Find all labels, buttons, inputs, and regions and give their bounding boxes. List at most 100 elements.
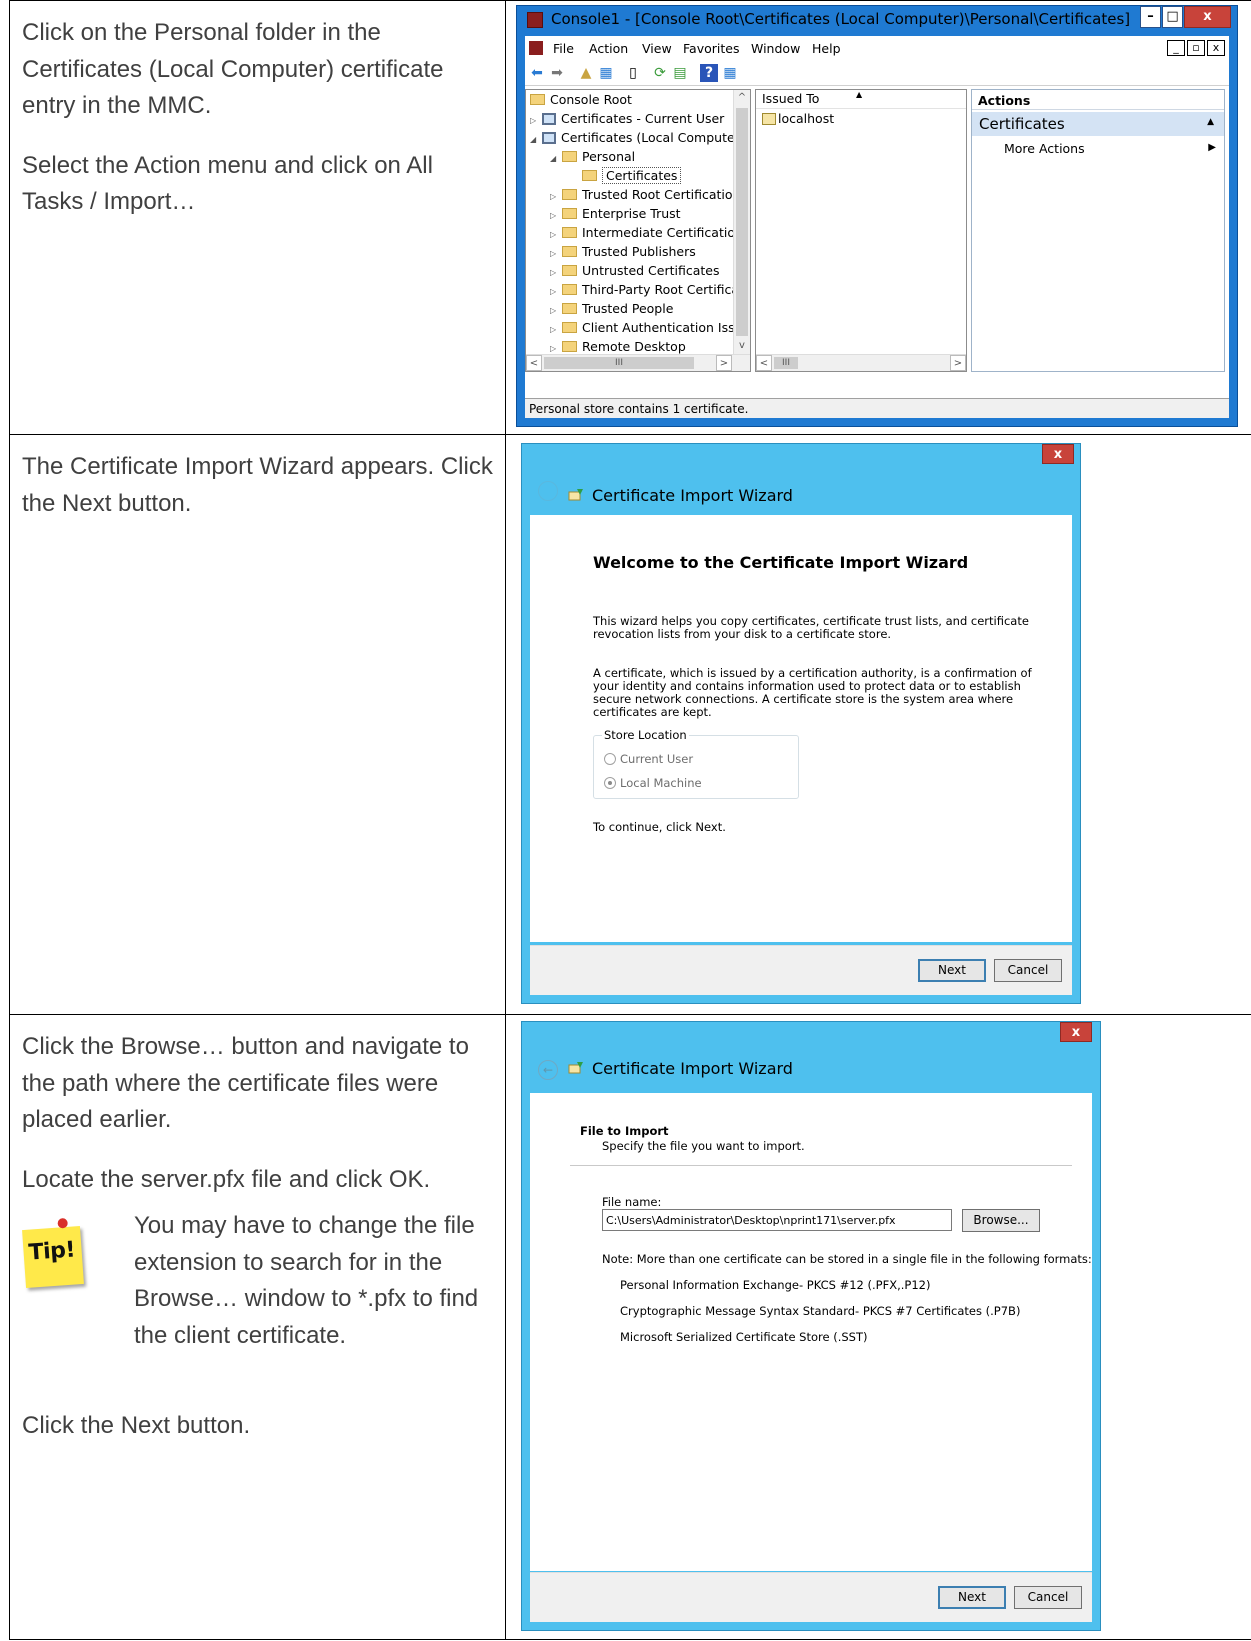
help-icon[interactable]: ? [700, 64, 718, 82]
action-more-actions[interactable]: More Actions ▶ [972, 140, 1224, 160]
forward-arrow-icon[interactable]: ➡ [548, 64, 566, 82]
minimize-button[interactable]: – [1140, 6, 1161, 28]
refresh-icon[interactable]: ⟳ [651, 64, 669, 82]
file-name-input[interactable] [602, 1209, 952, 1231]
tree-item-intermediate[interactable]: ▷ Intermediate Certification [550, 223, 743, 242]
scroll-thumb[interactable]: III [774, 357, 798, 369]
submenu-arrow-icon: ▶ [1208, 142, 1216, 153]
wizard-heading: Welcome to the Certificate Import Wizard [593, 553, 969, 572]
mmc-titlebar[interactable]: Console1 - [Console Root\Certificates (L… [517, 6, 1237, 36]
tree-item-trusted-root[interactable]: ▷ Trusted Root Certification [550, 185, 740, 204]
tree-horizontal-scrollbar[interactable]: < III > [526, 354, 750, 371]
list-item[interactable]: localhost [762, 109, 834, 128]
note-text: Note: More than one certificate can be s… [602, 1252, 1092, 1266]
tree-item-personal[interactable]: ◢ Personal [550, 147, 635, 166]
close-button[interactable]: x [1184, 6, 1231, 28]
menu-file[interactable]: File [553, 41, 574, 56]
next-button[interactable]: Next [938, 1586, 1006, 1609]
scroll-left-icon[interactable]: < [756, 355, 772, 371]
browse-button[interactable]: Browse... [962, 1209, 1040, 1232]
results-horizontal-scrollbar[interactable]: < III > [756, 354, 966, 371]
tree-item-certificates-selected[interactable]: Certificates [582, 166, 682, 185]
instruction-text: Click on the Personal folder in the Cert… [22, 19, 444, 119]
close-button[interactable]: x [1060, 1022, 1092, 1042]
status-bar: Personal store contains 1 certificate. [525, 398, 1229, 418]
wizard-description-text: A certificate, which is issued by a cert… [593, 666, 1032, 719]
scroll-right-icon[interactable]: > [950, 355, 966, 371]
clipboard-icon[interactable]: ▯ [624, 64, 642, 82]
scroll-down-icon[interactable]: v [734, 338, 750, 354]
maximize-button[interactable]: □ [1162, 6, 1183, 28]
step-row-3: Click the Browse… button and navigate to… [9, 1014, 1251, 1640]
sort-ascending-icon: ▲ [856, 90, 863, 99]
scroll-up-icon[interactable]: ^ [734, 90, 750, 106]
console-tree-pane: Console Root ▷ Certificates - Current Use… [525, 89, 751, 372]
tree-item-enterprise-trust[interactable]: ▷ Enterprise Trust [550, 204, 681, 223]
wizard-title-bar: ← Certificate Import Wizard [538, 1059, 793, 1080]
scroll-thumb[interactable] [736, 108, 748, 336]
menu-action[interactable]: Action [589, 41, 628, 56]
tree-vertical-scrollbar[interactable]: ^ v [733, 90, 750, 354]
menu-window[interactable]: Window [751, 41, 800, 56]
back-arrow-icon[interactable]: ⬅ [528, 64, 546, 82]
actions-pane: Actions Certificates ▲ More Actions ▶ [971, 89, 1225, 372]
format-item: Microsoft Serialized Certificate Store (… [620, 1330, 868, 1344]
mdi-close-button[interactable]: x [1207, 40, 1225, 56]
tree-item-certificates-current-user[interactable]: ▷ Certificates - Current User [530, 109, 724, 128]
tree-item-third-party-root[interactable]: ▷ Third-Party Root Certifica [550, 280, 739, 299]
mdi-minimize-button[interactable]: _ [1167, 40, 1185, 56]
folder-icon [562, 265, 577, 276]
instruction-text: Select the Action menu and click on All … [22, 151, 433, 216]
cancel-button[interactable]: Cancel [1014, 1586, 1082, 1609]
scroll-thumb[interactable]: III [544, 357, 694, 369]
tree-item-console-root[interactable]: Console Root [530, 90, 632, 109]
instructions-cell: Click the Browse… button and navigate to… [10, 1015, 506, 1639]
close-button[interactable]: x [1042, 444, 1074, 464]
certificate-wizard-icon [568, 488, 583, 500]
folder-icon [582, 170, 597, 181]
actions-group-header[interactable]: Certificates ▲ [972, 112, 1224, 136]
scroll-left-icon[interactable]: < [526, 355, 542, 371]
instruction-text: Locate the server.pfx file and click OK. [22, 1165, 431, 1193]
step-row-1: Click on the Personal folder in the Cert… [9, 0, 1251, 434]
tree-item-trusted-publishers[interactable]: ▷ Trusted Publishers [550, 242, 696, 261]
scroll-right-icon[interactable]: > [716, 355, 732, 371]
certificate-import-wizard-dialog: x Certificate Import Wizard Welcome to t… [521, 443, 1081, 1004]
console-icon[interactable] [529, 41, 543, 55]
menu-view[interactable]: View [642, 41, 672, 56]
next-button[interactable]: Next [918, 959, 986, 982]
wizard-footer: Next Cancel [530, 945, 1072, 995]
tip-sticky-note-icon: Tip! [22, 1217, 84, 1288]
format-item: Cryptographic Message Syntax Standard- P… [620, 1304, 1021, 1318]
mdi-restore-button[interactable]: ▫ [1187, 40, 1205, 56]
show-action-pane-icon[interactable]: ▦ [721, 64, 739, 82]
tree-item-trusted-people[interactable]: ▷ Trusted People [550, 299, 673, 318]
certificate-snapin-icon [542, 112, 556, 125]
back-arrow-icon[interactable] [538, 481, 558, 501]
folder-icon [562, 322, 577, 333]
wizard-title: Certificate Import Wizard [592, 486, 793, 505]
mmc-client: File Action View Favorites Window Help _… [525, 36, 1229, 418]
menu-favorites[interactable]: Favorites [683, 41, 739, 56]
menu-help[interactable]: Help [812, 41, 841, 56]
wizard-intro-text: This wizard helps you copy certificates,… [593, 614, 1029, 641]
wizard-body: Welcome to the Certificate Import Wizard… [530, 515, 1072, 942]
cancel-button[interactable]: Cancel [994, 959, 1062, 982]
instruction-text: Click the Browse… button and navigate to… [22, 1033, 469, 1133]
export-list-icon[interactable]: ▤ [671, 64, 689, 82]
collapse-up-icon[interactable]: ▲ [1207, 117, 1214, 127]
column-header-issued-to[interactable]: Issued To ▲ [756, 90, 966, 109]
back-arrow-icon[interactable]: ← [538, 1060, 558, 1080]
wizard-title: Certificate Import Wizard [592, 1059, 793, 1078]
tree-item-client-auth[interactable]: ▷ Client Authentication Issu [550, 318, 743, 337]
collapse-icon[interactable]: ◢ [530, 130, 542, 149]
toolbar: ⬅ ➡ ▲ ▦ ▯ ⟳ ▤ ? ▦ [525, 60, 1229, 86]
tree-item-certificates-local-computer[interactable]: ◢ Certificates (Local Computer) [530, 128, 745, 147]
up-folder-icon[interactable]: ▲ [577, 64, 595, 82]
actions-title: Actions [972, 90, 1224, 110]
tree-item-untrusted[interactable]: ▷ Untrusted Certificates [550, 261, 720, 280]
instruction-text: The Certificate Import Wizard appears. C… [22, 453, 493, 517]
collapse-icon[interactable]: ◢ [550, 149, 562, 168]
show-hide-tree-icon[interactable]: ▦ [597, 64, 615, 82]
radio-button [604, 752, 616, 765]
